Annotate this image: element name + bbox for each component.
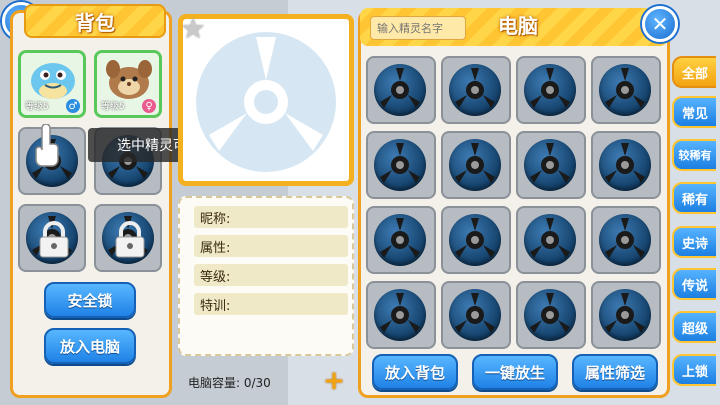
pokeball-icon <box>599 289 651 341</box>
tab-legendary[interactable]: 传说 <box>672 268 716 300</box>
pc-slot[interactable] <box>516 131 586 199</box>
tab-uncommon[interactable]: 较稀有 <box>672 139 716 171</box>
pc-capacity-label: 电脑容量: 0/30 <box>188 376 271 390</box>
pc-slot[interactable] <box>441 131 511 199</box>
pokeball-emblem <box>455 68 495 108</box>
pokeball-icon <box>374 214 426 266</box>
pokeball-icon <box>374 289 426 341</box>
lock-icon <box>115 221 145 258</box>
pc-slot[interactable] <box>516 56 586 124</box>
pc-slot[interactable] <box>591 131 661 199</box>
pc-slot[interactable] <box>591 281 661 349</box>
pokeball-icon <box>449 64 501 116</box>
pc-title: 电脑 <box>498 14 538 38</box>
tab-common[interactable]: 常见 <box>672 96 716 128</box>
tab-locked[interactable]: 上锁 <box>672 354 716 386</box>
pokeball-emblem <box>605 143 645 183</box>
pet-level-label: 等级5 <box>25 102 49 112</box>
pokeball-icon <box>524 214 576 266</box>
pokeball-emblem <box>455 293 495 333</box>
male-icon: ♂ <box>66 99 80 113</box>
pokeball-emblem <box>605 68 645 108</box>
pc-slot[interactable] <box>366 206 436 274</box>
pokeball-emblem <box>530 293 570 333</box>
bag-title: 背包 <box>24 4 166 38</box>
female-icon: ♀ <box>142 99 156 113</box>
pokeball-emblem <box>605 293 645 333</box>
pokeball-icon <box>449 214 501 266</box>
pokeball-icon <box>524 139 576 191</box>
empty-pokemon-silhouette <box>196 32 336 172</box>
sentret-icon <box>106 60 152 99</box>
pokeball-emblem <box>380 293 420 333</box>
tab-all[interactable]: 全部 <box>672 56 716 88</box>
pc-slot[interactable] <box>366 281 436 349</box>
hand-pointer-icon <box>35 124 59 167</box>
lock-icon <box>39 221 69 258</box>
pokeball-icon <box>374 139 426 191</box>
put-in-pc-button[interactable]: 放入电脑 <box>44 328 136 364</box>
bag-locked-slot[interactable] <box>94 204 162 272</box>
pc-slot[interactable] <box>441 206 511 274</box>
close-icon: ✕ <box>651 12 669 36</box>
attribute-filter-button[interactable]: 属性筛选 <box>572 354 658 390</box>
pet-level-label: 等级5 <box>101 102 125 112</box>
pokeball-emblem <box>455 143 495 183</box>
pokeball-emblem <box>380 68 420 108</box>
pc-slot[interactable] <box>591 56 661 124</box>
tab-epic[interactable]: 史诗 <box>672 226 716 258</box>
attribute-field: 属性: <box>194 235 348 257</box>
search-input[interactable] <box>370 16 466 40</box>
bag-pet-slot-1[interactable]: 等级5 ♂ <box>18 50 86 118</box>
training-field: 特训: <box>194 293 348 315</box>
pokeball-emblem <box>530 218 570 258</box>
pokeball-emblem <box>530 68 570 108</box>
tab-super[interactable]: 超级 <box>672 311 716 343</box>
safety-lock-button[interactable]: 安全锁 <box>44 282 136 318</box>
pc-slot[interactable] <box>591 206 661 274</box>
pc-slot[interactable] <box>516 206 586 274</box>
pc-slot[interactable] <box>366 131 436 199</box>
pc-slot[interactable] <box>516 281 586 349</box>
bag-locked-slot[interactable] <box>18 204 86 272</box>
pokeball-emblem <box>455 218 495 258</box>
nickname-field: 昵称: <box>194 206 348 228</box>
pc-slot[interactable] <box>366 56 436 124</box>
pc-slot[interactable] <box>441 56 511 124</box>
expand-capacity-button[interactable]: + <box>322 368 346 394</box>
pokeball-emblem <box>380 143 420 183</box>
pokeball-icon <box>524 289 576 341</box>
tab-rare[interactable]: 稀有 <box>672 182 716 214</box>
close-button[interactable]: ✕ <box>642 6 678 42</box>
star-favorite-icon[interactable]: ★ <box>178 14 208 44</box>
pokeball-icon <box>374 64 426 116</box>
pokeball-icon <box>449 139 501 191</box>
bag-pet-slot-2[interactable]: 等级5 ♀ <box>94 50 162 118</box>
pokeball-icon <box>599 139 651 191</box>
pokeball-icon <box>449 289 501 341</box>
pokeball-emblem <box>605 218 645 258</box>
squirtle-icon <box>31 63 75 99</box>
release-all-button[interactable]: 一键放生 <box>472 354 558 390</box>
pokeball-icon <box>599 214 651 266</box>
put-in-bag-button[interactable]: 放入背包 <box>372 354 458 390</box>
pokeball-icon <box>599 64 651 116</box>
pokeball-icon <box>524 64 576 116</box>
pokeball-emblem <box>380 218 420 258</box>
level-field: 等级: <box>194 264 348 286</box>
pc-slot[interactable] <box>441 281 511 349</box>
pokeball-emblem <box>530 143 570 183</box>
